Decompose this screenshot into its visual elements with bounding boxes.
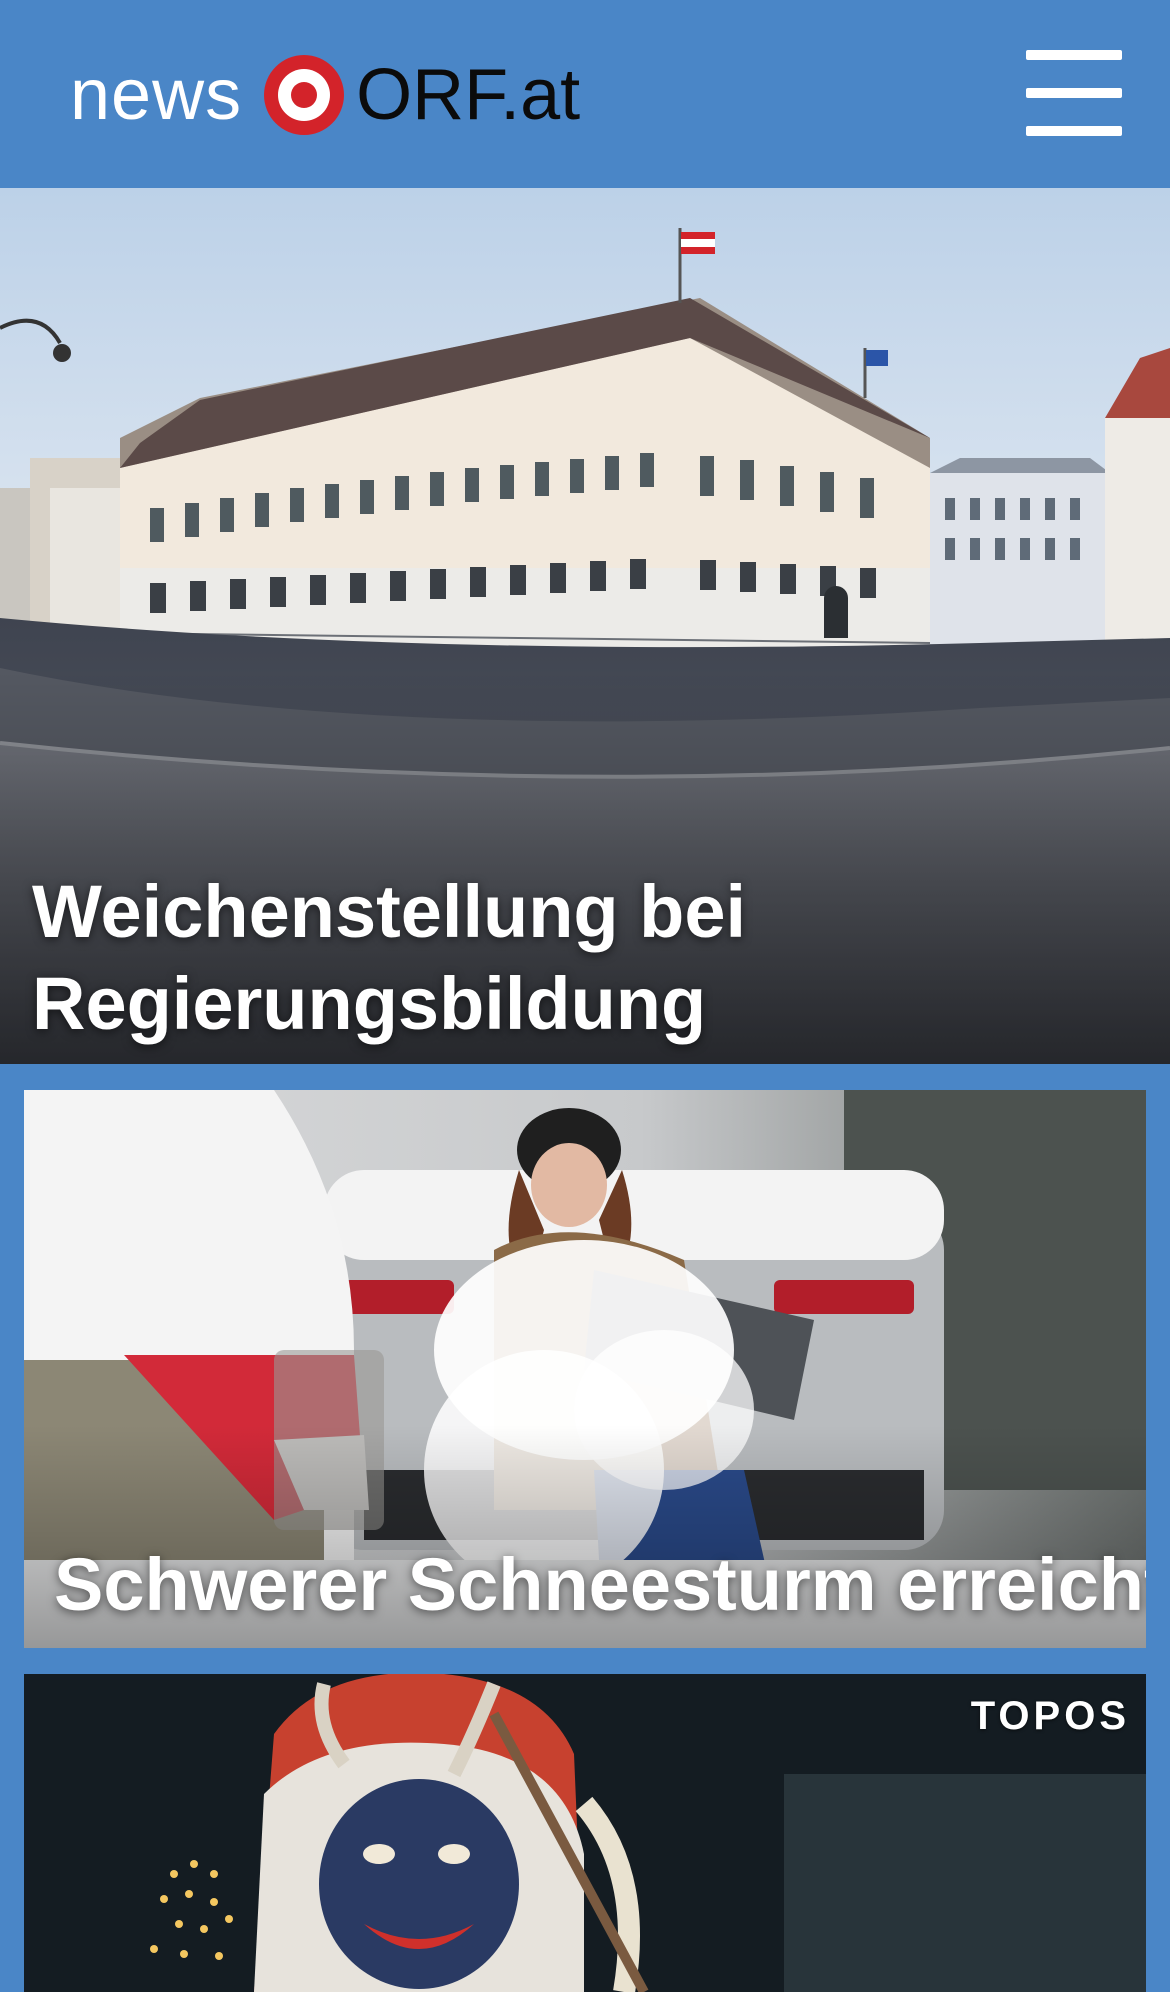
menu-bar-top bbox=[1026, 50, 1122, 60]
lead-story-title-line2: Regierungsbildung bbox=[32, 962, 707, 1045]
hamburger-menu-icon[interactable] bbox=[1026, 50, 1122, 136]
snowstorm-story-title: Schwerer Schneesturm erreicht USA bbox=[54, 1543, 1146, 1626]
lead-story-title: Weichenstellung bei Regierungsbildung bbox=[32, 866, 932, 1050]
topos-badge: TOPOS bbox=[970, 1694, 1130, 1738]
app-header: news ORF.at bbox=[0, 0, 1170, 188]
orf-target-icon bbox=[262, 53, 346, 137]
topos-story-card[interactable]: TOPOS bbox=[24, 1674, 1146, 1992]
news-orf-logo[interactable]: news ORF.at bbox=[70, 50, 580, 140]
logo-news-word: news bbox=[70, 55, 243, 135]
menu-bar-bottom bbox=[1026, 126, 1122, 136]
snowstorm-story-card[interactable]: Schwerer Schneesturm erreicht USA bbox=[24, 1090, 1146, 1648]
lead-story-title-line1: Weichenstellung bei bbox=[32, 870, 747, 953]
lead-story-card[interactable]: Weichenstellung bei Regierungsbildung bbox=[0, 188, 1170, 1064]
menu-bar-middle bbox=[1026, 88, 1122, 98]
logo-brand-name: ORF.at bbox=[356, 55, 581, 135]
